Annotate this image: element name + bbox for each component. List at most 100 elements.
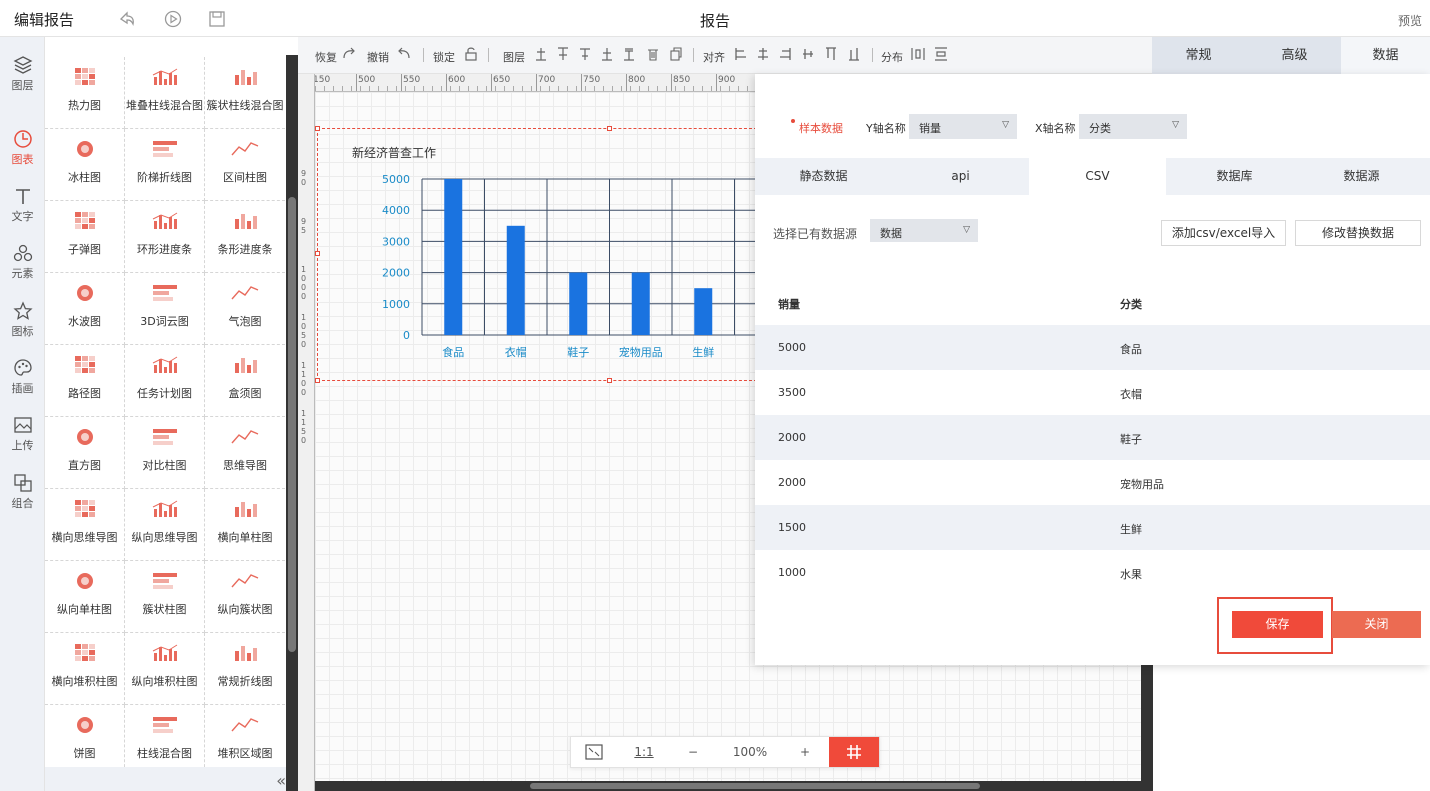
component-item[interactable]: 任务计划图 (125, 345, 205, 417)
tab-api[interactable]: api (892, 158, 1029, 195)
collapse-icon[interactable]: « (276, 771, 286, 790)
layer-down-icon[interactable] (578, 46, 592, 62)
resize-handle[interactable] (315, 251, 320, 256)
distribute-menu[interactable]: 分布 (881, 49, 903, 65)
delete-icon[interactable] (646, 46, 660, 62)
align-menu[interactable]: 对齐 (703, 49, 725, 65)
nav-group[interactable]: 组合 (0, 467, 45, 523)
component-item[interactable]: 纵向单柱图 (45, 561, 125, 633)
canvas-horizontal-scrollbar[interactable] (315, 781, 1141, 791)
component-item[interactable]: 横向单柱图 (205, 489, 285, 561)
undo-icon[interactable] (118, 10, 136, 28)
component-item[interactable]: 思维导图 (205, 417, 285, 489)
component-item[interactable]: 热力图 (45, 57, 125, 129)
component-item[interactable]: 横向堆积柱图 (45, 633, 125, 705)
undo-button[interactable]: 撤销 (367, 49, 389, 65)
component-item[interactable]: 冰柱图 (45, 129, 125, 201)
component-item[interactable]: 直方图 (45, 417, 125, 489)
nav-charts[interactable]: 图表 (0, 123, 45, 179)
resize-handle[interactable] (607, 378, 612, 383)
tab-data[interactable]: 数据 (1341, 37, 1430, 74)
component-item[interactable]: 气泡图 (205, 273, 285, 345)
tab-database[interactable]: 数据库 (1166, 158, 1303, 195)
component-item[interactable]: 簇状柱线混合图 (205, 57, 285, 129)
tab-static-data[interactable]: 静态数据 (755, 158, 892, 195)
component-item[interactable]: 纵向堆积柱图 (125, 633, 205, 705)
align-bottom-icon[interactable] (847, 46, 861, 62)
table-row[interactable]: 3500 衣帽 (755, 370, 1430, 415)
grid-toggle-button[interactable] (829, 737, 879, 767)
component-item[interactable]: 子弹图 (45, 201, 125, 273)
nav-text[interactable]: 文字 (0, 180, 45, 236)
save-button[interactable]: 保存 (1232, 611, 1323, 638)
align-top-icon[interactable] (824, 46, 838, 62)
component-item[interactable]: 对比柱图 (125, 417, 205, 489)
align-left-icon[interactable] (734, 46, 748, 62)
import-csv-button[interactable]: 添加csv/excel导入 (1161, 220, 1286, 246)
nav-upload[interactable]: 上传 (0, 409, 45, 465)
component-item[interactable]: 常规折线图 (205, 633, 285, 705)
sample-data-link[interactable]: 样本数据 (799, 120, 843, 136)
source-select[interactable]: 数据 ▽ (870, 219, 978, 242)
nav-layers[interactable]: 图层 (0, 49, 45, 105)
scrollbar-thumb[interactable] (530, 783, 980, 789)
align-vcenter-icon[interactable] (801, 46, 815, 62)
tab-csv[interactable]: CSV (1029, 158, 1166, 195)
zoom-in-button[interactable]: + (783, 737, 827, 767)
layer-menu[interactable]: 图层 (503, 49, 525, 65)
panel-scrollbar[interactable] (286, 55, 298, 791)
nav-elements[interactable]: 元素 (0, 237, 45, 293)
resize-handle[interactable] (607, 126, 612, 131)
component-item[interactable]: 水波图 (45, 273, 125, 345)
table-row[interactable]: 2000 宠物用品 (755, 460, 1430, 505)
table-row[interactable]: 2000 鞋子 (755, 415, 1430, 460)
modify-data-button[interactable]: 修改替换数据 (1295, 220, 1421, 246)
tab-datasource[interactable]: 数据源 (1293, 158, 1430, 195)
save-icon[interactable] (208, 10, 226, 28)
play-icon[interactable] (164, 10, 182, 28)
bar-chart[interactable]: 0 1000 2000 3000 4000 5000 食品 衣帽 鞋子 宠物用品 生鲜 (380, 165, 756, 365)
zoom-out-button[interactable]: − (671, 737, 715, 767)
layer-bottom-most-icon[interactable] (622, 46, 636, 62)
tab-advanced[interactable]: 高级 (1248, 37, 1341, 74)
component-item[interactable]: 3D词云图 (125, 273, 205, 345)
component-item[interactable]: 阶梯折线图 (125, 129, 205, 201)
resize-handle[interactable] (315, 378, 320, 383)
y-axis-select[interactable]: 销量 ▽ (909, 114, 1017, 139)
align-hcenter-icon[interactable] (756, 46, 770, 62)
distribute-v-icon[interactable] (934, 46, 948, 62)
fit-screen-button[interactable] (571, 737, 617, 767)
component-item[interactable]: 纵向簇状图 (205, 561, 285, 633)
component-item[interactable]: 条形进度条 (205, 201, 285, 273)
layer-top-icon[interactable] (556, 46, 570, 62)
distribute-h-icon[interactable] (911, 46, 925, 62)
tab-general[interactable]: 常规 (1152, 37, 1245, 74)
lock-button[interactable]: 锁定 (433, 49, 455, 65)
preview-button[interactable]: 预览 (1398, 12, 1422, 29)
align-right-icon[interactable] (778, 46, 792, 62)
layer-bottom-icon[interactable] (600, 46, 614, 62)
component-item[interactable]: 横向思维导图 (45, 489, 125, 561)
component-item[interactable]: 路径图 (45, 345, 125, 417)
redo-button[interactable]: 恢复 (315, 49, 337, 65)
zoom-ratio-button[interactable]: 1:1 (623, 737, 665, 767)
component-item[interactable]: 盒须图 (205, 345, 285, 417)
nav-illustrations[interactable]: 插画 (0, 352, 45, 408)
component-item[interactable]: 簇状柱图 (125, 561, 205, 633)
component-item[interactable]: 区间柱图 (205, 129, 285, 201)
copy-icon[interactable] (669, 46, 683, 62)
table-row[interactable]: 1000 水果 (755, 550, 1430, 595)
component-item[interactable]: 纵向思维导图 (125, 489, 205, 561)
layer-up-icon[interactable] (534, 46, 548, 62)
table-row[interactable]: 5000 食品 (755, 325, 1430, 370)
undo-icon[interactable] (397, 46, 411, 62)
x-axis-select[interactable]: 分类 ▽ (1079, 114, 1187, 139)
component-item[interactable]: 堆叠柱线混合图 (125, 57, 205, 129)
nav-icons[interactable]: 图标 (0, 295, 45, 351)
lock-icon[interactable] (464, 46, 478, 62)
resize-handle[interactable] (315, 126, 320, 131)
close-button[interactable]: 关闭 (1332, 611, 1421, 638)
redo-icon[interactable] (342, 46, 356, 62)
component-item[interactable]: 环形进度条 (125, 201, 205, 273)
scrollbar-thumb[interactable] (288, 197, 296, 652)
